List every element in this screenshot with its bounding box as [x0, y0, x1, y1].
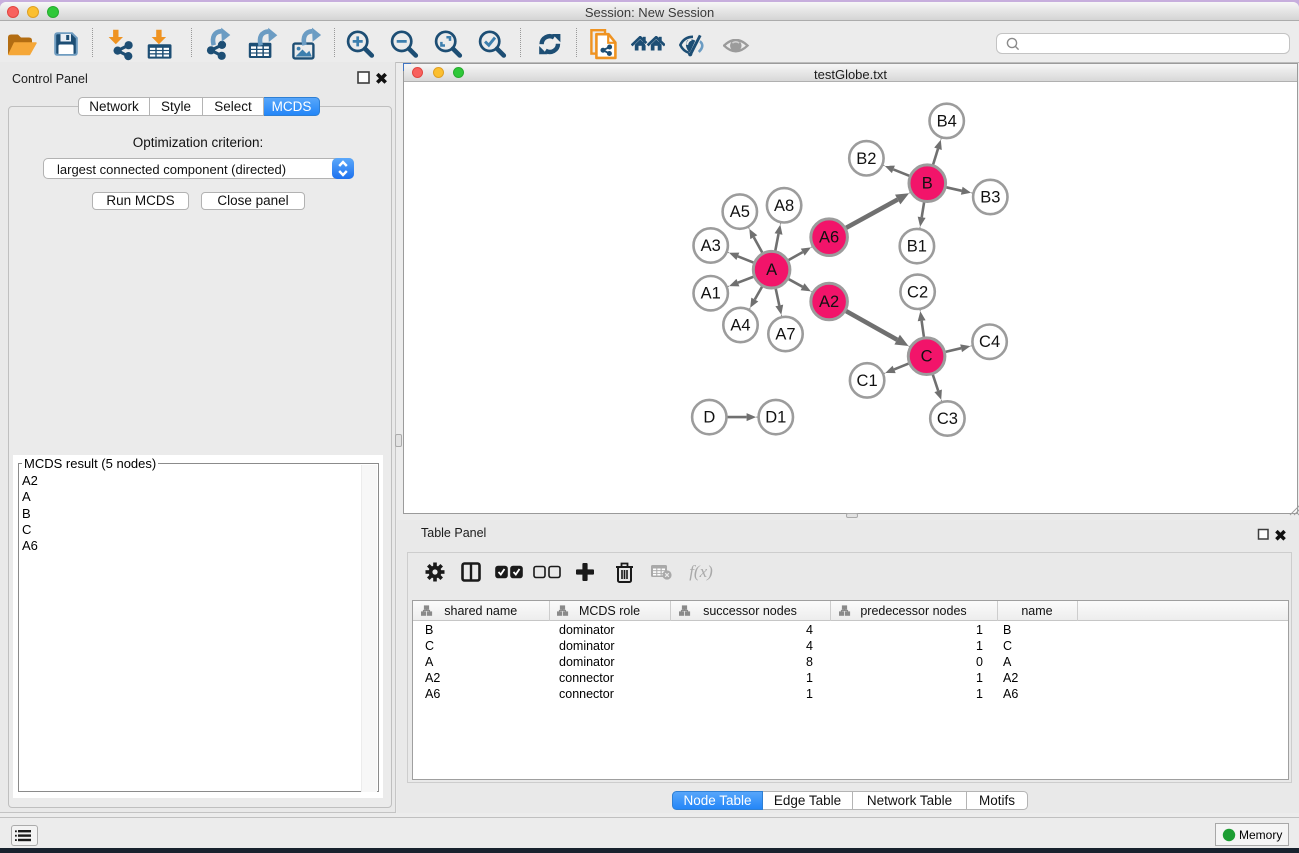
svg-text:C4: C4 — [979, 333, 1000, 351]
svg-text:C: C — [921, 348, 933, 366]
svg-text:B3: B3 — [980, 189, 1000, 207]
svg-text:A1: A1 — [701, 285, 721, 303]
svg-text:A7: A7 — [775, 326, 795, 344]
svg-text:A: A — [766, 261, 777, 279]
svg-text:B: B — [922, 175, 933, 193]
svg-text:A6: A6 — [819, 229, 839, 247]
svg-text:D1: D1 — [765, 409, 786, 427]
svg-text:D: D — [703, 409, 715, 427]
svg-text:A2: A2 — [819, 293, 839, 311]
svg-text:f(x): f(x) — [689, 562, 713, 581]
svg-text:C3: C3 — [937, 410, 958, 428]
svg-text:A3: A3 — [701, 237, 721, 255]
svg-text:A8: A8 — [774, 197, 794, 215]
svg-text:B1: B1 — [907, 238, 927, 256]
svg-text:B2: B2 — [856, 150, 876, 168]
svg-text:C2: C2 — [907, 283, 928, 301]
svg-text:A4: A4 — [730, 317, 750, 335]
svg-text:C1: C1 — [857, 372, 878, 390]
svg-text:A5: A5 — [730, 203, 750, 221]
svg-text:B4: B4 — [937, 112, 957, 130]
